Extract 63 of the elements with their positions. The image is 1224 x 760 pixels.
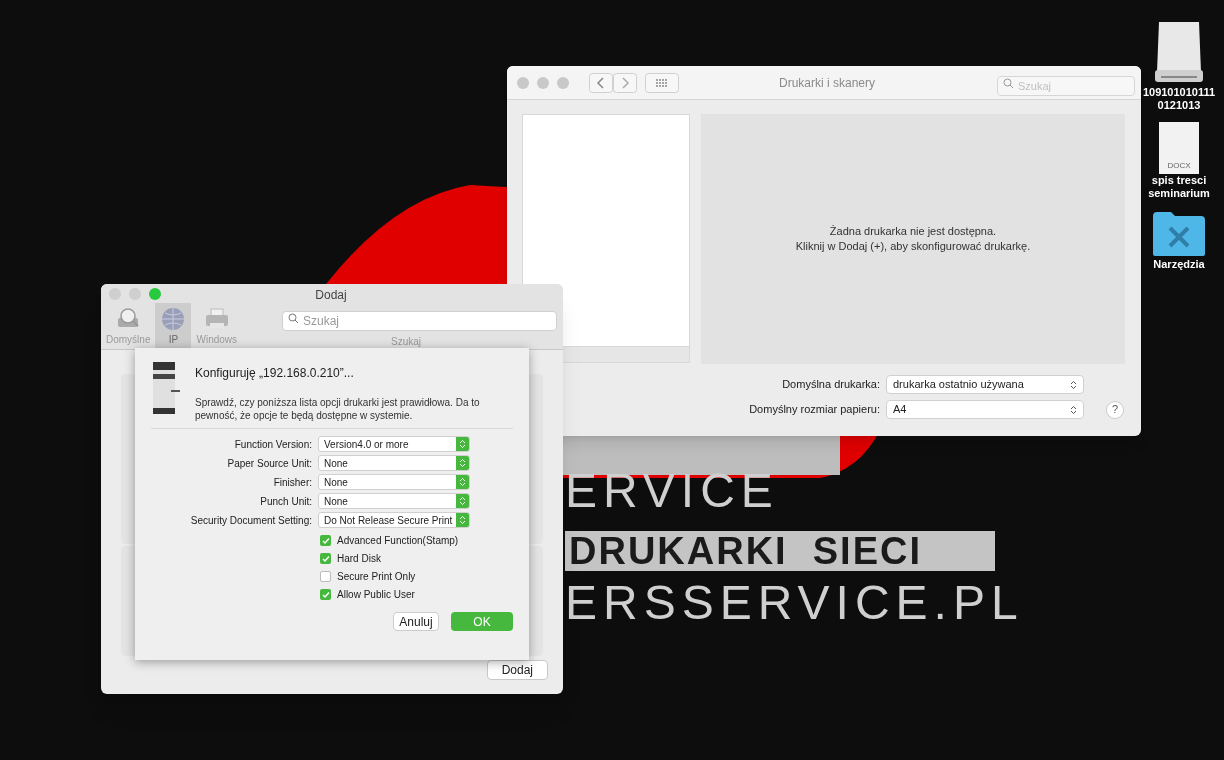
icon-label: 0121013 (1157, 99, 1201, 112)
field-label: Paper Source Unit: (226, 456, 313, 471)
cancel-button[interactable]: Anuluj (393, 612, 439, 631)
add-button[interactable]: Dodaj (486, 660, 548, 680)
field-label: Security Document Setting: (189, 513, 313, 528)
field-label: Domyślna drukarka: (781, 377, 881, 393)
folder-icon[interactable] (1151, 210, 1207, 258)
search-caption: Szukaj (391, 335, 421, 349)
popup-button[interactable]: drukarka ostatnio używana (886, 375, 1084, 394)
toolbar-tab[interactable]: IP (155, 303, 192, 350)
printer-list[interactable] (522, 114, 690, 347)
file-type-label: DOCX (1167, 160, 1191, 172)
chevrons-icon (459, 439, 466, 449)
popup-button[interactable]: None (318, 455, 470, 471)
field-label: Punch Unit: (259, 494, 313, 509)
search-field[interactable]: Szukaj (282, 311, 557, 331)
checkbox-box[interactable] (320, 589, 331, 600)
forward-icon[interactable] (613, 72, 637, 93)
document-icon[interactable]: DOCX (1159, 122, 1199, 174)
field-label: Function Version: (233, 437, 313, 452)
grid-icon[interactable] (645, 72, 679, 93)
checkbox[interactable]: Hard Disk (320, 551, 513, 566)
help-button[interactable]: ? (1106, 400, 1124, 419)
icon-label: Narzędzia (1153, 258, 1205, 271)
wallpaper-text: ERSSERVICE.PL (565, 578, 1024, 628)
search-icon (288, 313, 299, 324)
window-button[interactable] (149, 288, 161, 300)
chevrons-icon (459, 477, 466, 487)
window-title: Drukarki i skanery (778, 74, 876, 92)
chevrons-icon (459, 458, 466, 468)
search-icon (1003, 78, 1014, 89)
checkbox-box[interactable] (320, 535, 331, 546)
checkbox[interactable]: Secure Print Only (320, 569, 513, 584)
popup-button[interactable]: Do Not Release Secure Print (318, 512, 470, 528)
window-button[interactable] (557, 76, 569, 89)
checkbox[interactable]: Advanced Function(Stamp) (320, 533, 513, 548)
wallpaper-text: ERVICE (565, 466, 779, 516)
window-button[interactable] (517, 76, 529, 89)
icon-label: seminarium (1148, 187, 1210, 200)
chevrons-icon (1070, 404, 1077, 415)
checkmark-icon (321, 590, 330, 599)
empty-message: Kliknij w Dodaj (+), aby skonfigurować drukarkę. (795, 239, 1031, 254)
chevrons-icon (1070, 379, 1077, 390)
icon-label: spis tresci (1151, 174, 1207, 187)
window-button[interactable] (537, 76, 549, 89)
checkbox-box[interactable] (320, 571, 331, 582)
chevrons-icon (459, 496, 466, 506)
field-label: Domyślny rozmiar papieru: (748, 402, 881, 418)
wallpaper-text: DRUKARKI SIECI (565, 531, 995, 571)
popup-button[interactable]: None (318, 474, 470, 490)
sheet-title: Konfiguruję „192.168.0.210”... (195, 365, 355, 382)
checkbox-box[interactable] (320, 553, 331, 564)
popup-button[interactable]: Version4.0 or more (318, 436, 470, 452)
empty-message: Żadna drukarka nie jest dostępna. (829, 224, 997, 239)
sheet-description: Sprawdź, czy poniższa lista opcji drukarki jest prawidłowa. Da to pewność, że opcje te będą dostępne w systemie. (195, 396, 481, 422)
field-label: Finisher: (272, 475, 313, 490)
popup-button[interactable]: A4 (886, 400, 1084, 419)
window-title: Dodaj (314, 287, 348, 304)
back-icon[interactable] (589, 72, 613, 93)
checkbox[interactable]: Allow Public User (320, 587, 513, 602)
icon-label: 109101010111 (1142, 86, 1216, 99)
popup-button[interactable]: None (318, 493, 470, 509)
chevrons-icon (459, 515, 466, 525)
